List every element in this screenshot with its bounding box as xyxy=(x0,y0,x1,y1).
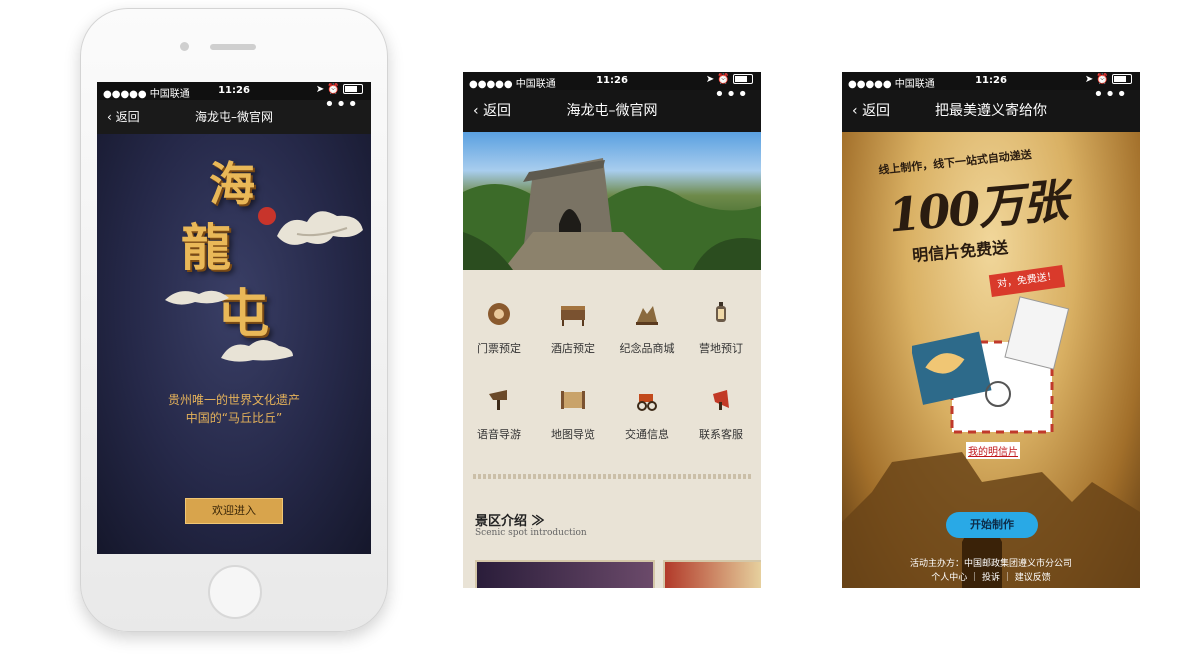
cloud-icon xyxy=(258,207,363,245)
menu-item-support[interactable]: 联系客服 xyxy=(685,376,757,448)
postcard-envelope-illustration xyxy=(912,296,1070,434)
footer-links[interactable]: 个人中心 ｜ 投诉 ｜ 建议反馈 xyxy=(842,570,1140,583)
phone-speaker xyxy=(210,44,256,50)
tagline-line-2: 中国的“马丘比丘” xyxy=(185,411,283,425)
phone-camera xyxy=(180,42,189,51)
more-button[interactable]: ••• xyxy=(324,96,359,114)
menu-item-label: 门票预定 xyxy=(477,342,521,355)
logo-char-hai: 海 xyxy=(209,157,255,211)
scenic-card-2[interactable] xyxy=(663,560,761,588)
chevron-right-icon: ≫ xyxy=(531,514,545,529)
more-button[interactable]: ••• xyxy=(1093,86,1128,104)
menu-item-souvenirs[interactable]: 纪念品商城 xyxy=(611,290,683,362)
ticket-icon xyxy=(488,303,510,325)
menu-item-label: 纪念品商城 xyxy=(619,342,675,355)
bed-icon xyxy=(561,306,585,326)
cloud-bottom-icon xyxy=(221,340,293,362)
section-subtitle: Scenic spot introduction xyxy=(475,528,587,538)
menu-item-label: 营地预订 xyxy=(699,342,743,355)
carriage-icon xyxy=(637,394,657,411)
logo-char-long: 龍 xyxy=(181,218,231,277)
welcome-body: 海 龍 屯 贵州唯一的世界文化遗产 中国的“马丘比丘” 欢迎进入 xyxy=(97,134,371,554)
scroll-map-icon xyxy=(561,391,585,409)
section-title[interactable]: 景区介绍 ≫ xyxy=(475,510,545,529)
start-button[interactable]: 开始制作 xyxy=(946,512,1038,538)
menu-item-hotel[interactable]: 酒店预定 xyxy=(537,290,609,362)
nav-bar: ‹ 返回 把最美遵义寄给你 ••• xyxy=(842,86,1140,132)
menu-item-camp[interactable]: 营地预订 xyxy=(685,290,757,362)
banner-image[interactable] xyxy=(463,132,761,270)
section-divider xyxy=(473,474,751,479)
cloud-small-icon xyxy=(165,290,229,305)
horn-icon xyxy=(489,390,507,410)
postcard-body: 线上制作，线下一站式自动递送 100万张 明信片免费送 对，免费送！ 我的明信片… xyxy=(842,132,1140,588)
menu-item-tickets[interactable]: 门票预定 xyxy=(463,290,535,362)
fortress-illustration xyxy=(463,158,761,270)
scenic-card-1[interactable] xyxy=(475,560,655,588)
lantern-icon xyxy=(716,302,726,322)
menu-item-label: 地图导览 xyxy=(551,428,595,441)
screen-welcome: ●●●●● 中国联通 11:26 ➤ ⏰ ‹ 返回 海龙屯–微官网 ••• 海 … xyxy=(97,82,371,554)
organizer-text: 活动主办方：中国邮政集团遵义市分公司 xyxy=(909,559,1072,569)
enter-button[interactable]: 欢迎进入 xyxy=(185,498,283,524)
screen-official-site: ●●●●● 中国联通 11:26 ➤ ⏰ ‹ 返回 海龙屯–微官网 ••• 门票… xyxy=(463,72,761,588)
menu-item-label: 酒店预定 xyxy=(551,342,595,355)
menu-item-label: 语音导游 xyxy=(477,428,521,441)
more-button[interactable]: ••• xyxy=(714,86,749,104)
headline-big: 100万张 xyxy=(886,173,1069,243)
nav-bar: ‹ 返回 海龙屯–微官网 ••• xyxy=(97,96,371,134)
menu-item-audio-guide[interactable]: 语音导游 xyxy=(463,376,535,448)
souvenir-icon xyxy=(636,306,658,325)
menu-item-map[interactable]: 地图导览 xyxy=(537,376,609,448)
tagline-line-1: 贵州唯一的世界文化遗产 xyxy=(167,393,300,407)
nav-bar: ‹ 返回 海龙屯–微官网 ••• xyxy=(463,86,761,132)
phone-home-button[interactable] xyxy=(208,565,262,619)
menu-item-transport[interactable]: 交通信息 xyxy=(611,376,683,448)
menu-item-label: 交通信息 xyxy=(625,428,669,441)
screen-postcard: ●●●●● 中国联通 11:26 ➤ ⏰ ‹ 返回 把最美遵义寄给你 ••• 线… xyxy=(842,72,1140,588)
menu-item-label: 联系客服 xyxy=(699,428,743,441)
megaphone-icon xyxy=(713,390,729,410)
